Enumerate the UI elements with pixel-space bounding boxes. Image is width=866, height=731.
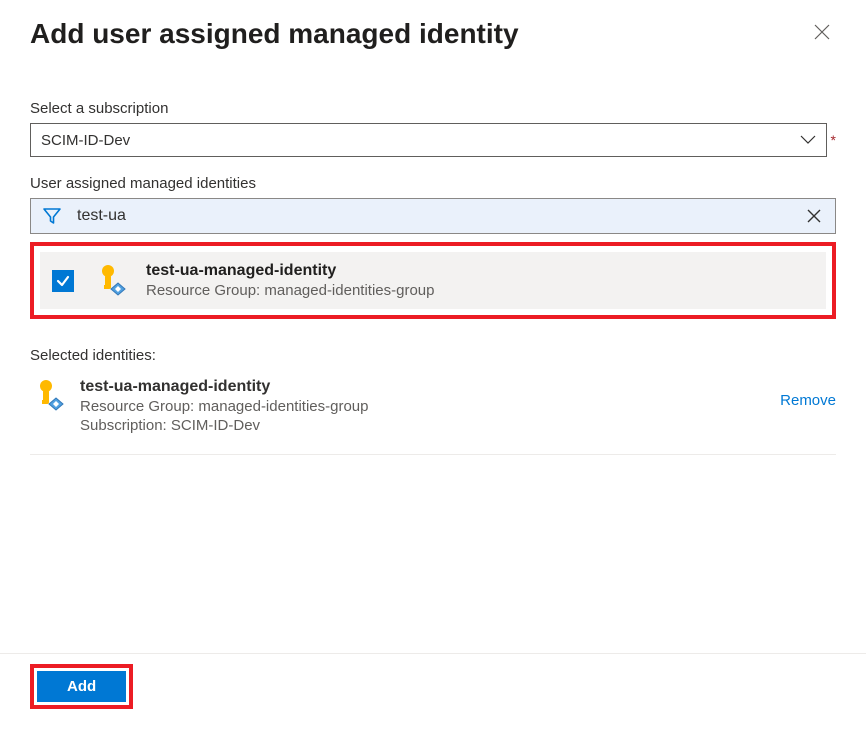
close-icon[interactable]: [808, 18, 836, 49]
add-button[interactable]: Add: [37, 671, 126, 702]
selected-resource-group: Resource Group: managed-identities-group: [80, 398, 766, 415]
page-title: Add user assigned managed identity: [30, 18, 519, 50]
clear-filter-icon[interactable]: [793, 199, 835, 233]
result-highlight-box: test-ua-managed-identity Resource Group:…: [30, 242, 836, 319]
selected-name: test-ua-managed-identity: [80, 378, 766, 396]
result-resource-group: Resource Group: managed-identities-group: [146, 282, 435, 299]
subscription-label: Select a subscription: [30, 100, 836, 117]
remove-link[interactable]: Remove: [780, 392, 836, 409]
selected-identities-heading: Selected identities:: [30, 347, 836, 364]
result-name: test-ua-managed-identity: [146, 262, 435, 280]
identities-label: User assigned managed identities: [30, 175, 836, 192]
subscription-value: SCIM-ID-Dev: [41, 132, 130, 149]
subscription-select[interactable]: SCIM-ID-Dev: [30, 123, 827, 157]
filter-row: [30, 198, 836, 234]
selected-subscription: Subscription: SCIM-ID-Dev: [80, 417, 766, 434]
selected-identity-row: test-ua-managed-identity Resource Group:…: [30, 378, 836, 455]
chevron-down-icon: [800, 135, 816, 145]
identity-checkbox[interactable]: [52, 270, 74, 292]
add-highlight-box: Add: [30, 664, 133, 709]
managed-identity-icon: [30, 378, 66, 414]
managed-identity-icon: [92, 263, 128, 299]
identity-result-row[interactable]: test-ua-managed-identity Resource Group:…: [40, 252, 826, 309]
filter-icon: [31, 199, 73, 233]
filter-input[interactable]: [73, 199, 793, 233]
required-indicator: *: [831, 132, 836, 148]
